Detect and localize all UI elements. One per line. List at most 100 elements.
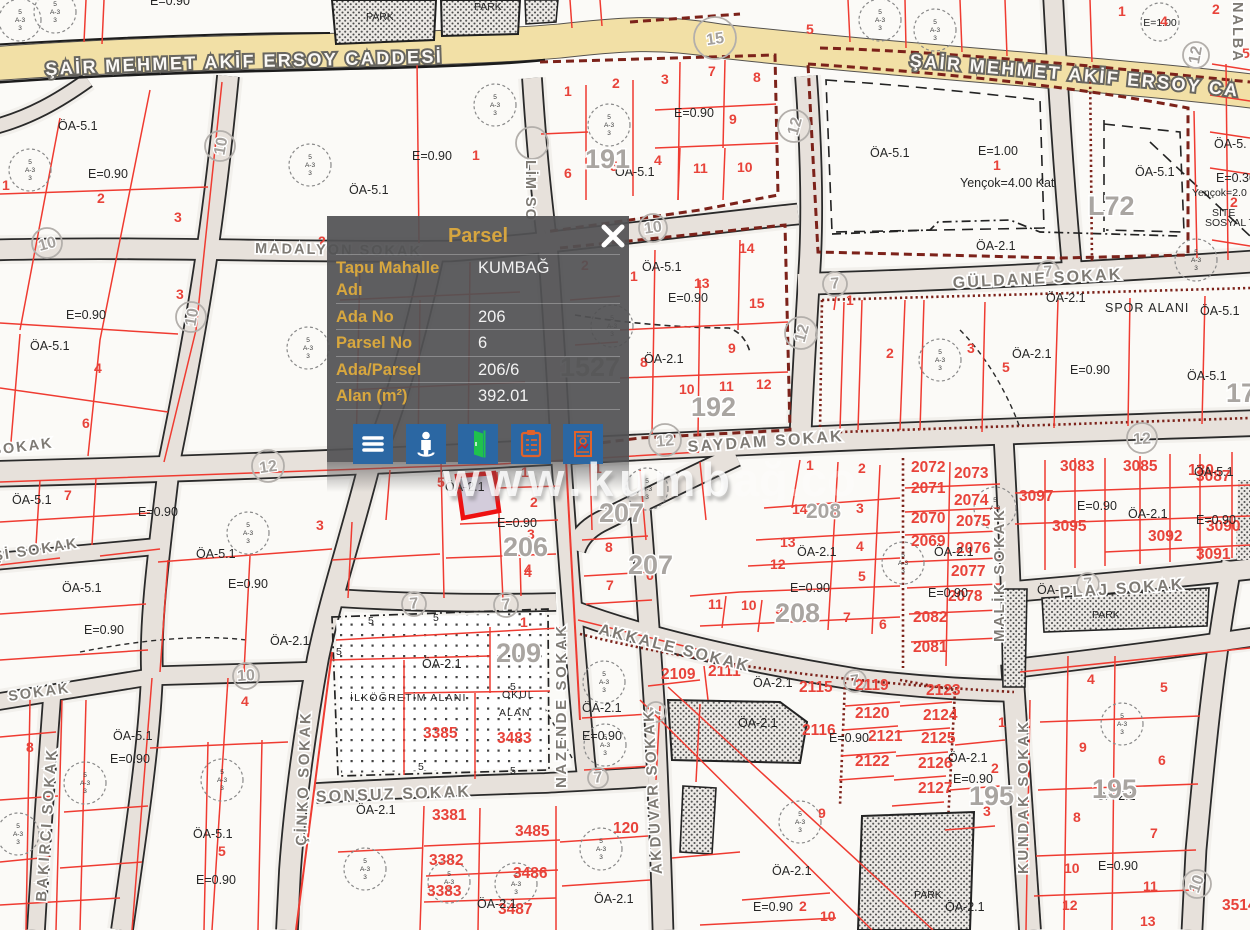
svg-text:1: 1 [630,268,638,284]
svg-text:A-3: A-3 [15,17,26,24]
svg-text:3092: 3092 [1148,528,1182,545]
svg-text:5: 5 [599,838,603,845]
svg-text:2071: 2071 [911,480,946,497]
svg-text:3385: 3385 [423,725,458,742]
svg-text:1: 1 [1118,3,1126,19]
svg-text:ÖA-2.1: ÖA-2.1 [1128,507,1168,521]
svg-text:9: 9 [818,805,826,821]
svg-text:209: 209 [496,638,541,668]
svg-text:3095: 3095 [1052,518,1087,535]
svg-text:3: 3 [967,340,975,356]
svg-text:ÖA-2.1: ÖA-2.1 [948,751,988,765]
svg-text:ÖA-2.1: ÖA-2.1 [1012,347,1052,361]
svg-text:A-3: A-3 [13,831,24,838]
svg-text:5: 5 [993,497,997,504]
svg-text:ÖA-5.1: ÖA-5.1 [58,119,98,133]
svg-text:ÖA-2.1: ÖA-2.1 [356,803,396,817]
svg-text:3383: 3383 [427,883,462,900]
svg-text:A-3: A-3 [217,777,228,784]
svg-text:5: 5 [447,871,451,878]
svg-text:7: 7 [843,609,851,625]
svg-text:10: 10 [237,667,256,685]
svg-text:11: 11 [708,596,723,612]
svg-text:E=0.90: E=0.90 [829,731,869,745]
svg-text:2109: 2109 [661,666,696,683]
svg-text:5: 5 [53,1,57,8]
svg-text:A-3: A-3 [930,27,941,34]
svg-text:11: 11 [1143,878,1158,894]
svg-text:9: 9 [729,111,737,127]
svg-text:SPOR ALANI: SPOR ALANI [1105,301,1189,315]
svg-text:2: 2 [97,190,105,206]
svg-text:E=0.90: E=0.90 [790,581,830,595]
svg-text:E=0.90: E=0.90 [674,106,714,120]
svg-text:5: 5 [510,765,516,777]
svg-text:3: 3 [1120,729,1124,736]
svg-text:ÖA-5.1: ÖA-5.1 [1187,369,1227,383]
svg-text:207: 207 [599,498,644,528]
svg-text:10: 10 [741,597,757,613]
svg-text:2074: 2074 [954,492,989,509]
svg-text:3514: 3514 [1222,897,1250,914]
svg-text:A-3: A-3 [511,881,522,888]
svg-text:13: 13 [780,534,796,550]
svg-text:3: 3 [176,286,184,302]
svg-text:2077: 2077 [951,563,985,580]
svg-text:5: 5 [368,615,374,627]
svg-text:2121: 2121 [868,728,903,745]
svg-text:7: 7 [1150,825,1158,841]
svg-text:12: 12 [656,432,675,450]
svg-text:L72: L72 [1088,191,1135,221]
svg-text:ALAN: ALAN [499,707,530,719]
svg-text:195: 195 [1092,774,1137,804]
svg-text:3: 3 [661,71,669,87]
svg-text:ÖA-2.1: ÖA-2.1 [270,634,310,648]
svg-text:7: 7 [708,63,716,79]
svg-text:E=0.90: E=0.90 [582,729,622,743]
svg-text:3: 3 [645,494,649,501]
svg-text:5: 5 [901,552,905,559]
svg-text:5: 5 [218,843,226,859]
svg-text:ÖA-2.1: ÖA-2.1 [753,676,793,690]
svg-text:13: 13 [694,275,710,291]
svg-text:ÖA-2.1: ÖA-2.1 [422,657,462,671]
svg-text:A-3: A-3 [599,679,610,686]
svg-text:2123: 2123 [926,682,961,699]
svg-text:ÖA-2.1: ÖA-2.1 [976,239,1016,253]
svg-text:5: 5 [1160,679,1168,695]
svg-text:ÖA-5.: ÖA-5. [1214,137,1247,151]
svg-text:3: 3 [938,365,942,372]
svg-text:8: 8 [753,69,761,85]
svg-text:ÖA-2.1: ÖA-2.1 [934,545,974,559]
svg-text:E=0.30: E=0.30 [1216,171,1250,185]
svg-text:4: 4 [856,538,864,554]
svg-text:4: 4 [241,693,249,709]
svg-text:E=0.90: E=0.90 [138,505,178,519]
svg-text:3: 3 [856,500,864,516]
svg-text:MALİK SOKAK: MALİK SOKAK [991,508,1008,642]
svg-text:A-3: A-3 [596,846,607,853]
svg-text:1: 1 [2,177,10,193]
svg-text:ÖA-5.1: ÖA-5.1 [30,339,70,353]
svg-text:ÖA-2.1: ÖA-2.1 [582,701,622,715]
svg-text:4: 4 [1160,13,1168,29]
svg-text:Yençok=4.00 Kat: Yençok=4.00 Kat [960,176,1055,190]
svg-text:ÖA-2.1: ÖA-2.1 [594,892,634,906]
svg-text:6: 6 [82,415,90,431]
svg-text:12: 12 [1062,897,1078,913]
svg-text:ÖA-5.1: ÖA-5.1 [12,493,52,507]
svg-text:3: 3 [246,538,250,545]
svg-text:4: 4 [94,360,102,376]
svg-text:206: 206 [503,532,548,562]
svg-text:192: 192 [691,392,736,422]
svg-text:5: 5 [1002,359,1010,375]
svg-text:3: 3 [607,130,611,137]
svg-text:3: 3 [901,568,905,575]
svg-text:PARK: PARK [1092,609,1120,621]
svg-text:ÖA-5.1: ÖA-5.1 [349,183,389,197]
svg-text:PARK: PARK [914,889,942,901]
svg-text:KUNDAK SOKAK: KUNDAK SOKAK [1015,719,1032,874]
svg-text:A-3: A-3 [935,357,946,364]
svg-text:LİM SO: LİM SO [522,160,539,222]
svg-text:2: 2 [886,345,894,361]
